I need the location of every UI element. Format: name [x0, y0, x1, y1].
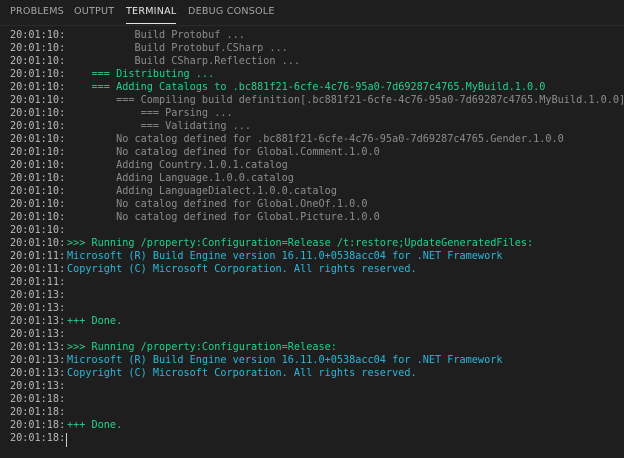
line-timestamp: 20:01:13: [10, 290, 66, 301]
line-message: Copyright (C) Microsoft Corporation. All… [67, 368, 417, 379]
line-timestamp: 20:01:10: [10, 186, 66, 197]
panel-tab-bar: PROBLEMS OUTPUT TERMINAL DEBUG CONSOLE [0, 0, 624, 26]
line-timestamp: 20:01:10: [10, 30, 66, 41]
line-timestamp: 20:01:10: [10, 82, 66, 93]
line-timestamp: 20:01:10: [10, 56, 66, 67]
line-message: No catalog defined for Global.OneOf.1.0.… [67, 199, 368, 210]
line-message: === Compiling build definition[.bc881f21… [67, 95, 624, 106]
line-message: Build CSharp.Reflection ... [67, 56, 301, 67]
line-message: No catalog defined for Global.Comment.1.… [67, 147, 380, 158]
line-timestamp: 20:01:13: [10, 342, 66, 353]
line-timestamp: 20:01:10: [10, 69, 66, 80]
line-message: === Validating ... [67, 121, 252, 132]
line-timestamp: 20:01:18: [10, 394, 66, 405]
terminal-cursor [66, 433, 67, 447]
tab-problems[interactable]: PROBLEMS [10, 0, 64, 25]
terminal-output[interactable]: 20:01:10: Build Protobuf ... 20:01:10: Bu… [0, 26, 624, 458]
line-timestamp: 20:01:13: [10, 329, 66, 340]
line-message: Adding LanguageDialect.1.0.0.catalog [67, 186, 337, 197]
line-message: Build Protobuf.CSharp ... [67, 43, 288, 54]
line-timestamp: 20:01:10: [10, 225, 66, 236]
line-message: No catalog defined for .bc881f21-6cfe-4c… [67, 134, 564, 145]
line-message: Adding Country.1.0.1.catalog [67, 160, 288, 171]
line-message: >>> Running /property:Configuration=Rele… [67, 238, 534, 249]
line-timestamp: 20:01:10: [10, 147, 66, 158]
tab-debug-console[interactable]: DEBUG CONSOLE [188, 0, 275, 25]
line-timestamp: 20:01:10: [10, 108, 66, 119]
line-timestamp: 20:01:18: [10, 407, 66, 418]
line-message: Microsoft (R) Build Engine version 16.11… [67, 355, 503, 366]
line-timestamp: 20:01:11: [10, 251, 66, 262]
line-timestamp: 20:01:11: [10, 277, 66, 288]
line-timestamp: 20:01:13: [10, 355, 66, 366]
line-message: === Parsing ... [67, 108, 233, 119]
line-message: === Adding Catalogs to .bc881f21-6cfe-4c… [67, 82, 546, 93]
tab-output[interactable]: OUTPUT [74, 0, 114, 25]
line-timestamp: 20:01:11: [10, 264, 66, 275]
line-timestamp: 20:01:13: [10, 368, 66, 379]
line-message: No catalog defined for Global.Picture.1.… [67, 212, 380, 223]
line-timestamp: 20:01:18: [10, 420, 66, 431]
line-message: +++ Done. [67, 420, 123, 431]
line-timestamp: 20:01:10: [10, 212, 66, 223]
line-timestamp: 20:01:10: [10, 134, 66, 145]
line-timestamp: 20:01:10: [10, 95, 66, 106]
line-timestamp: 20:01:13: [10, 381, 66, 392]
line-timestamp: 20:01:10: [10, 238, 66, 249]
line-timestamp: 20:01:10: [10, 173, 66, 184]
line-timestamp: 20:01:10: [10, 160, 66, 171]
line-message: >>> Running /property:Configuration=Rele… [67, 342, 337, 353]
line-message: Copyright (C) Microsoft Corporation. All… [67, 264, 417, 275]
line-message: Adding Language.1.0.0.catalog [67, 173, 294, 184]
line-message: Microsoft (R) Build Engine version 16.11… [67, 251, 503, 262]
line-timestamp: 20:01:10: [10, 43, 66, 54]
line-timestamp: 20:01:13: [10, 316, 66, 327]
line-timestamp: 20:01:10: [10, 121, 66, 132]
line-message: === Distributing ... [67, 69, 215, 80]
line-timestamp: 20:01:13: [10, 303, 66, 314]
line-message: +++ Done. [67, 316, 123, 327]
line-message: Build Protobuf ... [67, 30, 245, 41]
line-timestamp: 20:01:10: [10, 199, 66, 210]
tab-terminal[interactable]: TERMINAL [126, 0, 177, 25]
line-timestamp: 20:01:18: [10, 433, 66, 444]
